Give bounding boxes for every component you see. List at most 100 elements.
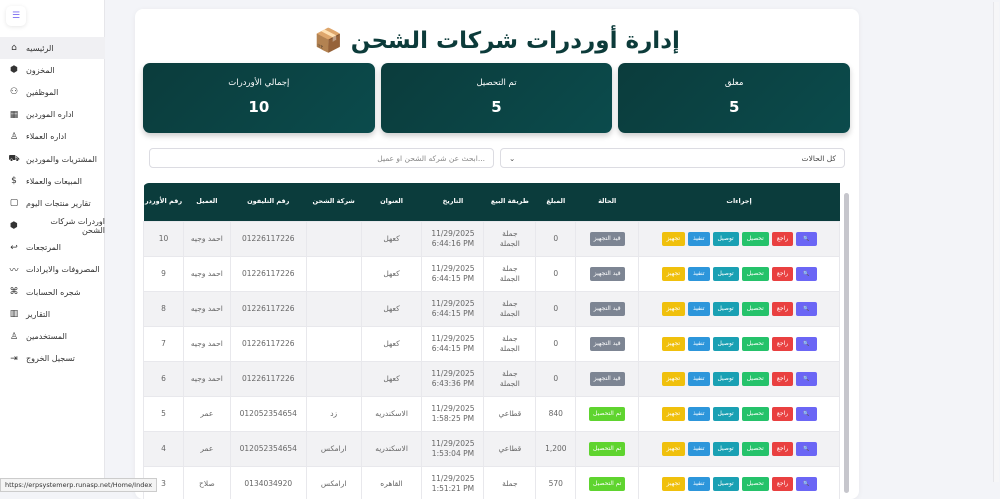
column-header: المبلغ	[535, 183, 576, 221]
sidebar-item-label: الموظفين	[26, 87, 59, 97]
action-button[interactable]: توصيل	[712, 371, 739, 386]
search-icon-button[interactable]: 🔍	[796, 231, 817, 246]
status-cell: تم التحصيل	[575, 395, 640, 432]
column-header: رقم التليفون	[230, 183, 307, 221]
action-button[interactable]: تجهيز	[661, 266, 686, 281]
time: 6:44:15 PM	[431, 308, 475, 318]
search-icon-button[interactable]: 🔍	[796, 476, 817, 491]
address: كعهل	[360, 290, 423, 327]
actions-cell: تجهيز تنفيذ توصيل تحصيل راجع 🔍	[638, 255, 840, 292]
action-button[interactable]: راجع	[771, 476, 794, 491]
phone: 012052354654	[229, 395, 307, 432]
search-icon-button[interactable]: 🔍	[796, 441, 817, 456]
search-icon-button[interactable]: 🔍	[796, 406, 817, 421]
action-button[interactable]: تحصيل	[741, 371, 769, 386]
action-button[interactable]: تنفيذ	[688, 336, 710, 351]
sidebar-item[interactable]: ↩ المرتجعات	[0, 237, 105, 259]
action-button[interactable]: تنفيذ	[688, 231, 710, 246]
sidebar-item[interactable]: ▦ اداره الموردين	[0, 104, 105, 126]
dollar-icon: $	[11, 176, 17, 187]
action-button[interactable]: تحصيل	[741, 231, 769, 246]
amount: 0	[535, 360, 577, 397]
action-button[interactable]: تنفيذ	[688, 406, 710, 421]
sidebar-item[interactable]: ⛟ المشتريات والموردين	[0, 148, 105, 170]
action-button[interactable]: تنفيذ	[688, 441, 710, 456]
action-button[interactable]: تنفيذ	[688, 476, 710, 491]
action-button[interactable]: راجع	[771, 441, 794, 456]
table-row: 4 عمر 012052354654 ارامكس الاسكندريه 11/29/20…	[143, 430, 840, 467]
status-cell: تم التحصيل	[575, 465, 640, 499]
action-button[interactable]: تجهيز	[661, 371, 686, 386]
sidebar-item[interactable]: ▢ تقارير منتجات اليوم	[0, 192, 105, 214]
search-icon-button[interactable]: 🔍	[796, 371, 817, 386]
box-icon: ⬢	[9, 220, 18, 231]
actions: تجهيز تنفيذ توصيل تحصيل راجع 🔍	[639, 406, 839, 421]
status-select[interactable]: كل الحالات ⌄	[500, 148, 845, 168]
search-icon-button[interactable]: 🔍	[796, 266, 817, 281]
customer-name: عمر	[182, 430, 231, 467]
action-button[interactable]: تحصيل	[741, 441, 769, 456]
sidebar-item[interactable]: $ المبيعات والعملاء	[0, 170, 105, 192]
action-button[interactable]: تجهيز	[661, 336, 686, 351]
order-id: 9	[143, 255, 184, 292]
action-button[interactable]: راجع	[771, 301, 794, 316]
action-button[interactable]: راجع	[771, 371, 794, 386]
actions: تجهيز تنفيذ توصيل تحصيل راجع 🔍	[639, 441, 839, 456]
action-button[interactable]: تنفيذ	[688, 371, 710, 386]
page-scrollbar[interactable]	[993, 2, 999, 482]
actions-cell: تجهيز تنفيذ توصيل تحصيل راجع 🔍	[638, 430, 840, 467]
phone: 01226117226	[229, 360, 307, 397]
action-button[interactable]: تنفيذ	[688, 301, 710, 316]
sidebar-item[interactable]: ⚇ الموظفين	[0, 81, 105, 103]
action-button[interactable]: تنفيذ	[688, 266, 710, 281]
sidebar-item[interactable]: ⌘ شجره الحسابات	[0, 281, 105, 303]
sidebar-item[interactable]: ⬢ المخزون	[0, 59, 105, 81]
action-button[interactable]: راجع	[771, 406, 794, 421]
table-scrollbar[interactable]	[844, 193, 849, 493]
stat-value: 5	[491, 98, 502, 116]
stat-label: معلق	[724, 78, 744, 88]
sale-method: قطاعي	[483, 430, 537, 467]
action-button[interactable]: تحصيل	[741, 406, 769, 421]
action-button[interactable]: راجع	[771, 336, 794, 351]
action-button[interactable]: توصيل	[712, 231, 739, 246]
action-button[interactable]: تجهيز	[661, 301, 686, 316]
search-input[interactable]: ...ابحث عن شركه الشحن او عميل	[149, 148, 494, 168]
action-button[interactable]: تجهيز	[661, 441, 686, 456]
menu-toggle-icon[interactable]: ☰	[6, 6, 26, 26]
column-header: العنوان	[361, 183, 422, 221]
action-button[interactable]: تحصيل	[741, 476, 769, 491]
table-row: 5 عمر 012052354654 زد الاسكندريه 11/29/2025 1:…	[143, 395, 840, 432]
action-button[interactable]: تجهيز	[661, 476, 686, 491]
search-icon-button[interactable]: 🔍	[796, 336, 817, 351]
address: القاهره	[360, 465, 423, 499]
action-button[interactable]: توصيل	[712, 476, 739, 491]
action-button[interactable]: تحصيل	[741, 336, 769, 351]
action-button[interactable]: توصيل	[712, 266, 739, 281]
sidebar-item[interactable]: ♙ المستخدمين	[0, 325, 105, 347]
sidebar-item[interactable]: ⌂ الرئيسيه	[0, 37, 105, 60]
order-date: 11/29/2025 1:58:25 PM	[421, 395, 485, 432]
action-button[interactable]: توصيل	[712, 441, 739, 456]
action-button[interactable]: توصيل	[712, 301, 739, 316]
action-button[interactable]: تجهيز	[661, 406, 686, 421]
action-button[interactable]: راجع	[771, 231, 794, 246]
sidebar-item-label: المصروفات والايرادات	[26, 265, 100, 275]
sidebar-item[interactable]: ♙ اداره العملاء	[0, 126, 105, 148]
action-button[interactable]: تحصيل	[741, 301, 769, 316]
sidebar-item[interactable]: ▥ التقارير	[0, 303, 105, 325]
action-button[interactable]: تحصيل	[741, 266, 769, 281]
sidebar-item[interactable]: ⬢ اوردرات شركات الشحن	[0, 215, 105, 237]
sale-method: جملة الجملة	[483, 255, 537, 292]
status-badge: تم التحصيل	[589, 406, 626, 421]
action-button[interactable]: توصيل	[712, 406, 739, 421]
main-card: إدارة أوردرات شركات الشحن 📦 إجمالي الأور…	[135, 9, 859, 499]
action-button[interactable]: تجهيز	[661, 231, 686, 246]
action-button[interactable]: توصيل	[712, 336, 739, 351]
logout-icon: ⇥	[10, 353, 18, 364]
sidebar-item[interactable]: ⇥ تسجيل الخروج	[0, 348, 105, 370]
column-header: شركة الشحن	[306, 183, 362, 221]
search-icon-button[interactable]: 🔍	[796, 301, 817, 316]
action-button[interactable]: راجع	[771, 266, 794, 281]
sidebar-item[interactable]: 〰 المصروفات والايرادات	[0, 259, 105, 281]
